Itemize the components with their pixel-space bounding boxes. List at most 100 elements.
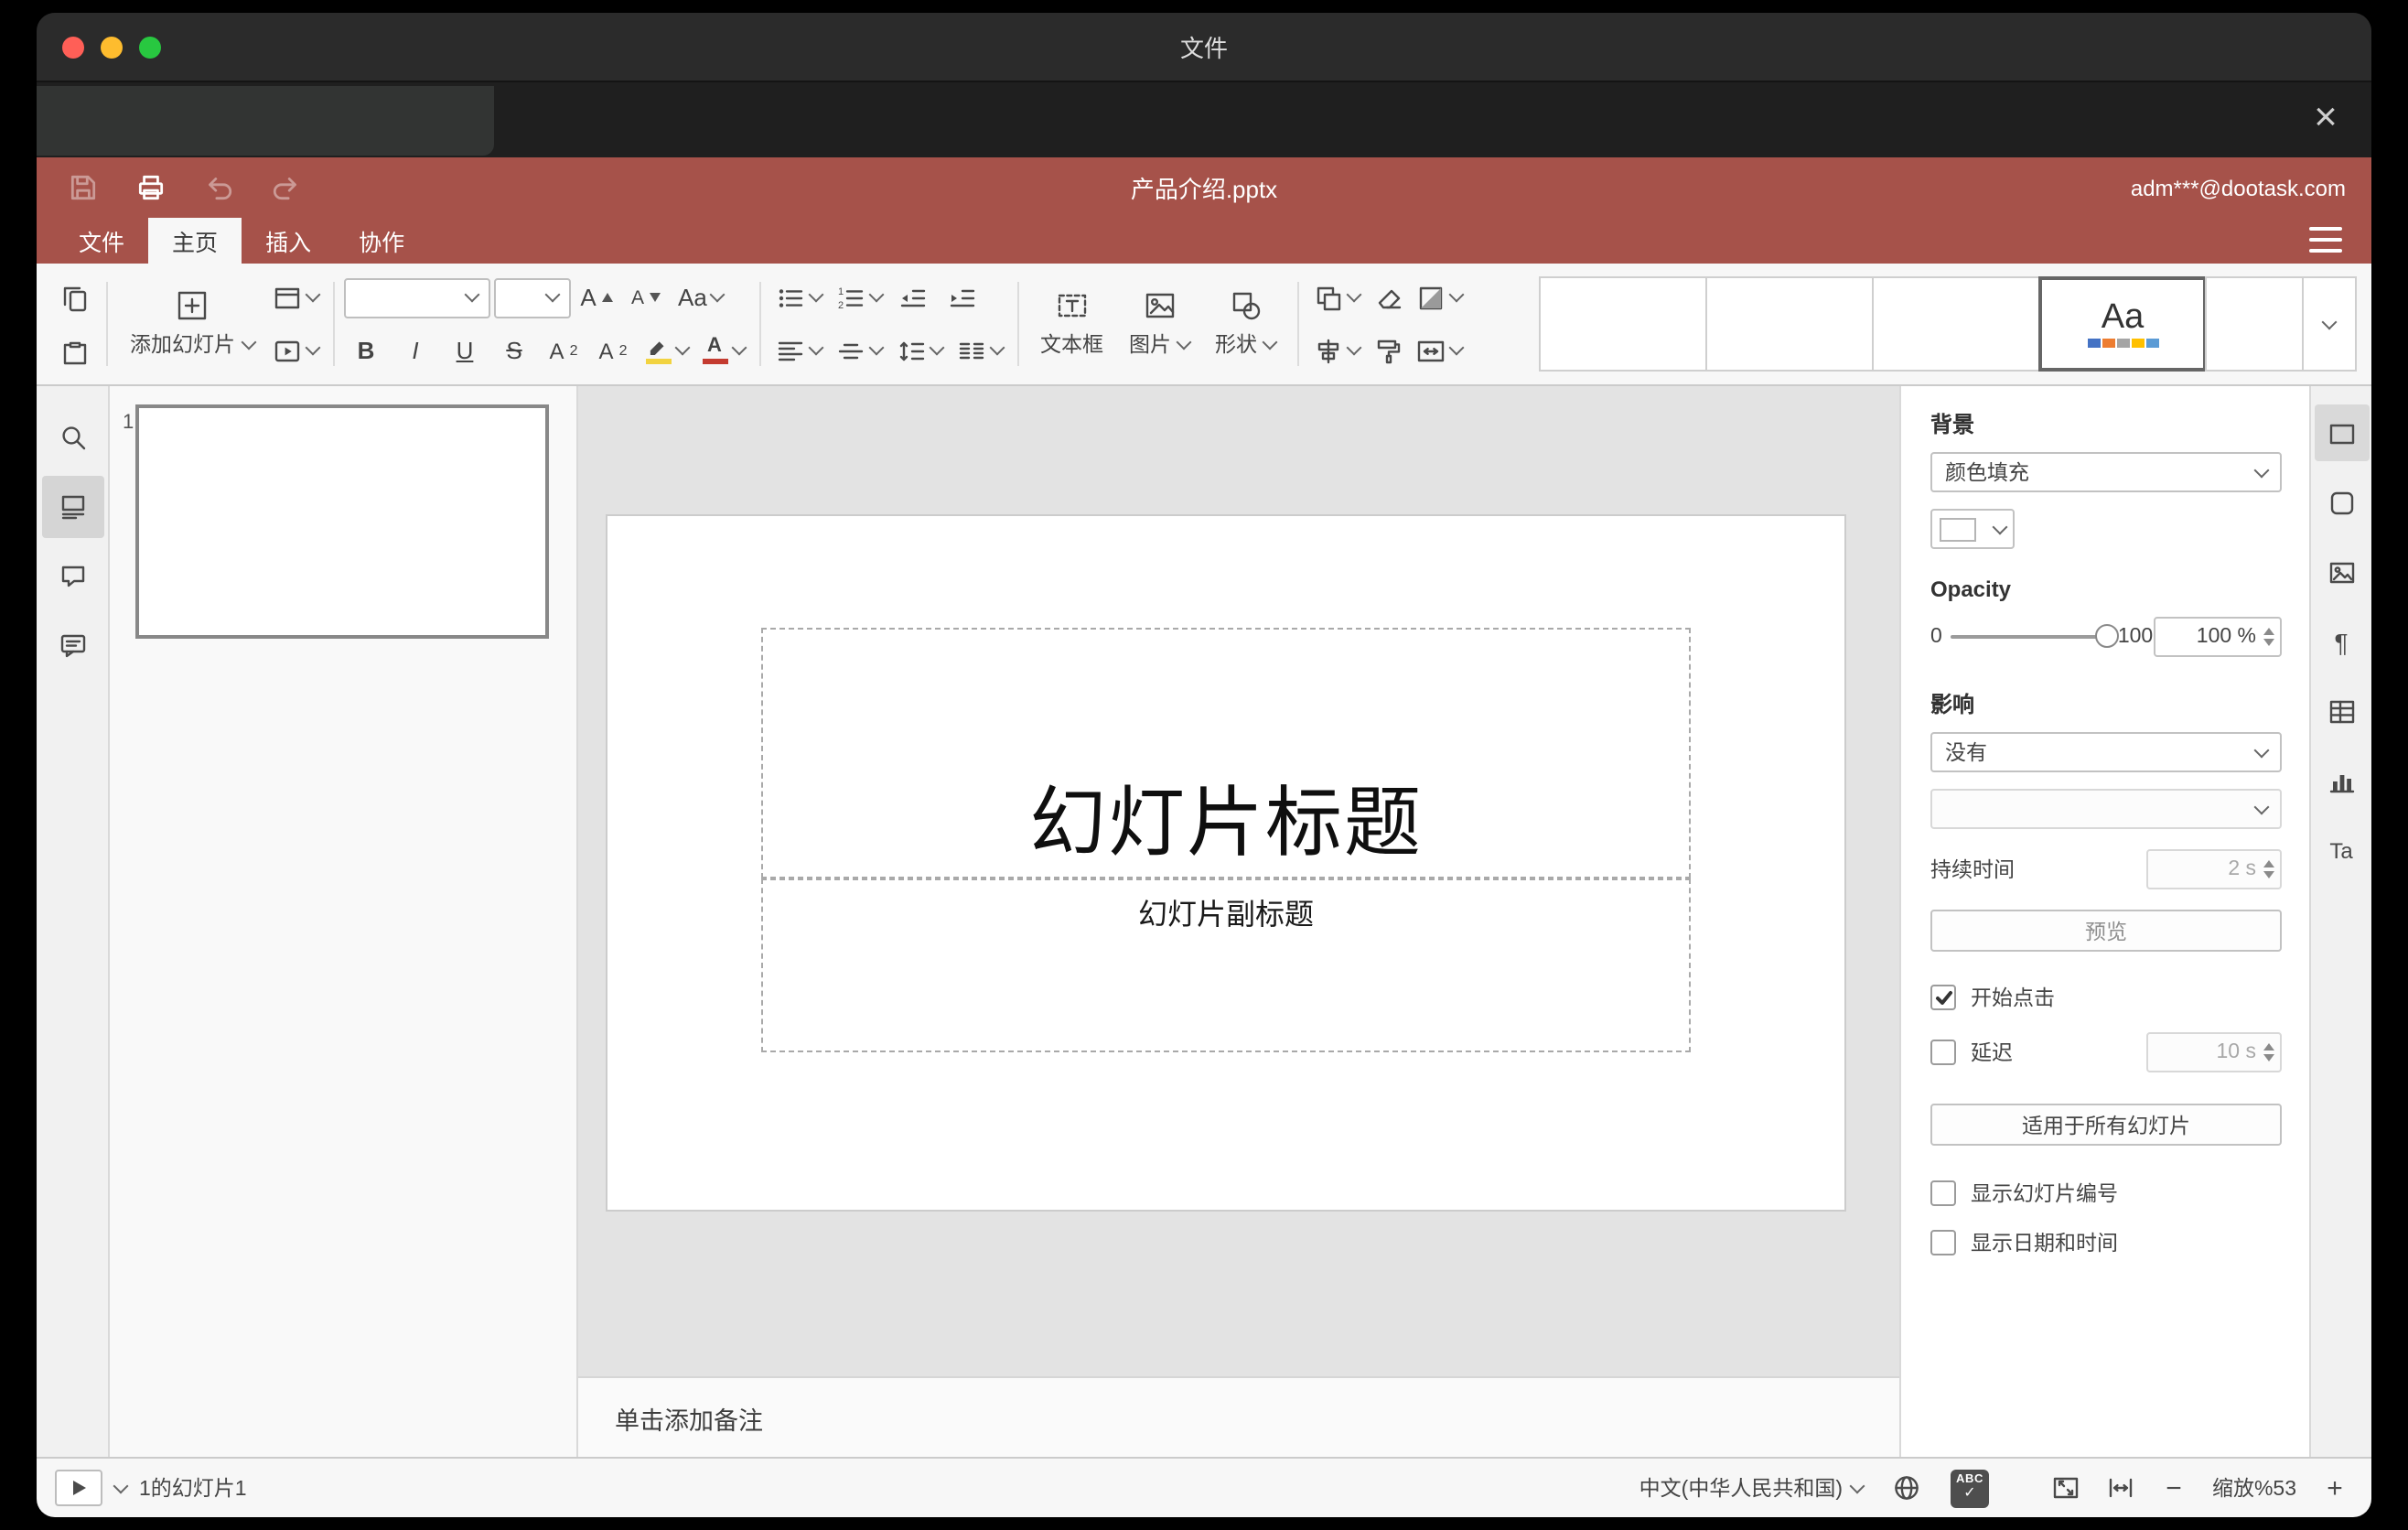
spinner-icon[interactable] [2263, 860, 2274, 878]
decrease-font-size-button[interactable]: A [623, 275, 669, 320]
change-case-button[interactable]: Aa [672, 275, 729, 320]
vertical-align-button[interactable] [830, 328, 887, 373]
insert-textbox-button[interactable]: 文本框 [1027, 273, 1116, 375]
italic-button[interactable]: I [392, 328, 438, 373]
font-name-select[interactable] [343, 277, 489, 318]
panel-image-settings-button[interactable] [2314, 544, 2369, 600]
slide-subtitle-placeholder[interactable]: 幻灯片副标题 [761, 878, 1691, 1052]
start-slideshow-button[interactable] [266, 328, 323, 373]
close-icon[interactable]: × [2298, 90, 2353, 145]
language-select[interactable]: 中文(中华人民共和国) [1639, 1473, 1865, 1503]
redo-icon[interactable] [265, 167, 306, 208]
slide-thumbnail-1[interactable] [135, 404, 549, 639]
opacity-slider-knob[interactable] [2095, 624, 2120, 648]
panel-textart-settings-button[interactable]: Ta [2314, 822, 2369, 878]
start-slideshow-status-button[interactable] [55, 1470, 102, 1506]
sidebar-slides-button[interactable] [41, 476, 103, 538]
insert-image-button[interactable]: 图片 [1116, 273, 1202, 375]
theme-option-5[interactable] [2205, 276, 2304, 372]
horizontal-align-button[interactable] [769, 328, 826, 373]
slide-size-button[interactable] [1411, 328, 1467, 373]
panel-slide-settings-button[interactable] [2314, 404, 2369, 461]
delay-field[interactable]: 10 s [2146, 1032, 2282, 1072]
insert-shape-button[interactable]: 形状 [1202, 273, 1288, 375]
align-shapes-button[interactable] [1308, 328, 1365, 373]
theme-option-1[interactable] [1539, 276, 1707, 372]
show-slide-number-checkbox[interactable]: 显示幻灯片编号 [1930, 1179, 2282, 1208]
sidebar-chat-button[interactable] [41, 615, 103, 677]
panel-chart-settings-button[interactable] [2314, 752, 2369, 809]
traffic-minimize-button[interactable] [101, 36, 123, 58]
fit-width-button[interactable] [2101, 1468, 2141, 1508]
effect-variant-select[interactable] [1930, 789, 2282, 829]
theme-option-3[interactable] [1872, 276, 2040, 372]
paste-icon[interactable] [51, 328, 97, 373]
theme-gallery-expand-button[interactable] [2302, 276, 2357, 372]
highlight-color-button[interactable] [640, 328, 693, 373]
duration-field[interactable]: 2 s [2146, 849, 2282, 889]
spinner-icon[interactable] [2263, 1043, 2274, 1061]
panel-shape-settings-button[interactable] [2314, 474, 2369, 531]
font-size-select[interactable] [493, 277, 570, 318]
increase-indent-button[interactable] [940, 275, 985, 320]
tab-home[interactable]: 主页 [148, 218, 242, 264]
color-scheme-button[interactable] [1411, 275, 1467, 320]
save-icon[interactable] [62, 167, 102, 208]
panel-paragraph-settings-button[interactable]: ¶ [2314, 613, 2369, 670]
fill-color-select[interactable] [1930, 509, 2015, 549]
clear-style-icon[interactable] [1365, 275, 1411, 320]
theme-option-2[interactable] [1705, 276, 1874, 372]
bullet-list-button[interactable] [769, 275, 826, 320]
show-date-time-checkbox[interactable]: 显示日期和时间 [1930, 1228, 2282, 1257]
strikeout-button[interactable]: S [491, 328, 537, 373]
increase-font-size-button[interactable]: A [574, 275, 619, 320]
zoom-in-button[interactable]: + [2317, 1472, 2353, 1503]
subscript-button[interactable]: A2 [590, 328, 636, 373]
slide-title-placeholder[interactable]: 幻灯片标题 [761, 628, 1691, 878]
bold-button[interactable]: B [343, 328, 389, 373]
tab-collaboration[interactable]: 协作 [335, 218, 428, 264]
sidebar-comments-button[interactable] [41, 545, 103, 608]
theme-option-selected[interactable]: Aa [2038, 276, 2207, 372]
superscript-button[interactable]: A2 [541, 328, 586, 373]
arrange-shapes-button[interactable] [1308, 275, 1365, 320]
set-language-button[interactable] [1887, 1468, 1927, 1508]
copy-icon[interactable] [51, 275, 97, 320]
slide-canvas[interactable]: 幻灯片标题 幻灯片副标题 [578, 386, 1899, 1376]
print-icon[interactable] [130, 167, 170, 208]
traffic-zoom-button[interactable] [139, 36, 161, 58]
checkbox-unchecked-icon[interactable] [1930, 1040, 1956, 1065]
start-on-click-checkbox[interactable]: 开始点击 [1930, 983, 2282, 1012]
hamburger-menu-icon[interactable] [2309, 227, 2342, 253]
tab-insert[interactable]: 插入 [242, 218, 335, 264]
traffic-close-button[interactable] [62, 36, 84, 58]
checkbox-unchecked-icon[interactable] [1930, 1180, 1956, 1206]
add-slide-button[interactable]: 添加幻灯片 [117, 273, 266, 375]
checkbox-unchecked-icon[interactable] [1930, 1230, 1956, 1255]
fit-slide-button[interactable] [2046, 1468, 2086, 1508]
undo-icon[interactable] [198, 167, 238, 208]
font-color-button[interactable]: A [696, 328, 749, 373]
opacity-value-field[interactable]: 100 % [2154, 617, 2282, 657]
sidebar-search-button[interactable] [41, 406, 103, 469]
columns-button[interactable] [951, 328, 1007, 373]
notes-area[interactable]: 单击添加备注 [578, 1376, 1899, 1457]
line-spacing-button[interactable] [890, 328, 947, 373]
slide-1[interactable]: 幻灯片标题 幻灯片副标题 [606, 514, 1846, 1212]
numbered-list-button[interactable]: 12 [830, 275, 887, 320]
tab-file[interactable]: 文件 [55, 218, 148, 264]
spellcheck-button[interactable]: ABC ✓ [1951, 1469, 1989, 1507]
chevron-down-icon[interactable] [113, 1477, 129, 1493]
zoom-out-button[interactable]: − [2155, 1472, 2192, 1503]
effect-select[interactable]: 没有 [1930, 732, 2282, 772]
apply-to-all-slides-button[interactable]: 适用于所有幻灯片 [1930, 1104, 2282, 1146]
change-layout-button[interactable] [266, 275, 323, 320]
decrease-indent-button[interactable] [890, 275, 936, 320]
checkbox-checked-icon[interactable] [1930, 985, 1956, 1010]
panel-table-settings-button[interactable] [2314, 683, 2369, 739]
underline-button[interactable]: U [442, 328, 488, 373]
fill-type-select[interactable]: 颜色填充 [1930, 452, 2282, 492]
delay-checkbox[interactable]: 延迟 [1930, 1038, 2013, 1067]
copy-style-icon[interactable] [1365, 328, 1411, 373]
spinner-icon[interactable] [2263, 628, 2274, 646]
